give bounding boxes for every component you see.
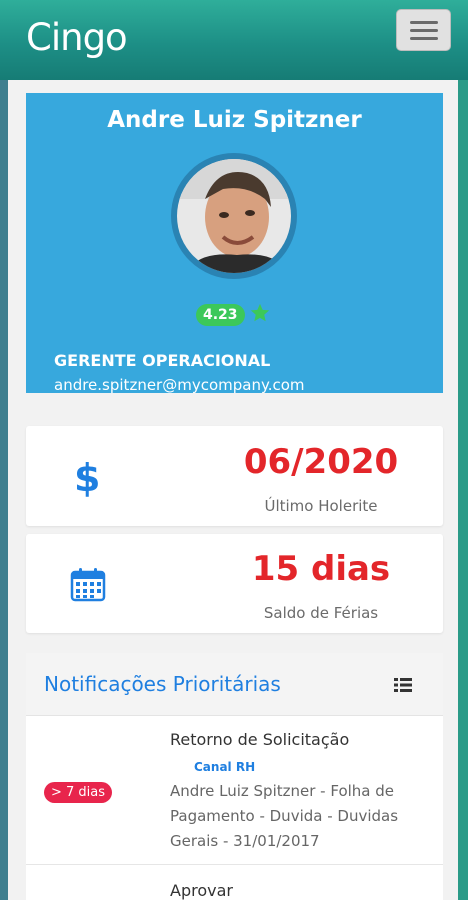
payslip-card[interactable]: $ 06/2020 Último Holerite — [26, 426, 443, 526]
profile-card: Andre Luiz Spitzner 4.23 GERENTE OPERACI… — [26, 93, 443, 394]
notification-subject: Retorno de Solicitação — [170, 730, 350, 749]
side-edge-left — [0, 80, 8, 900]
dollar-icon: $ — [74, 456, 101, 500]
hamburger-icon — [410, 29, 438, 32]
divider — [26, 864, 443, 865]
top-navbar: Cingo — [0, 0, 468, 80]
menu-button[interactable] — [396, 9, 451, 51]
avatar[interactable] — [171, 153, 297, 279]
email[interactable]: andre.spitzner@mycompany.com — [54, 376, 305, 394]
priority-notifications-panel: Notificações Prioritárias > 7 dias Retor… — [26, 653, 443, 900]
notification-description: Andre Luiz Spitzner - Folha de Pagamento… — [170, 782, 399, 850]
profile-name: Andre Luiz Spitzner — [107, 107, 362, 133]
job-title: GERENTE OPERACIONAL — [54, 351, 271, 370]
payslip-label: Último Holerite — [264, 497, 378, 515]
notification-subject[interactable]: Aprovar — [170, 881, 233, 900]
notification-channel: Canal RH — [194, 760, 256, 774]
vacation-label: Saldo de Férias — [263, 604, 379, 622]
hamburger-icon — [410, 21, 438, 24]
star-icon — [250, 303, 270, 322]
side-edge-right — [458, 80, 468, 900]
notifications-header: Notificações Prioritárias — [26, 653, 443, 716]
notifications-title: Notificações Prioritárias — [44, 672, 281, 696]
calendar-icon — [70, 568, 106, 602]
vacation-card[interactable]: 15 dias Saldo de Férias — [26, 534, 443, 633]
list-icon[interactable] — [394, 677, 412, 693]
vacation-value: 15 dias — [251, 549, 391, 589]
rating-badge: 4.23 — [196, 304, 245, 326]
list-item[interactable]: > 7 dias Retorno de Solicitação Canal RH… — [26, 715, 443, 865]
app-logo[interactable]: Cingo — [26, 16, 128, 59]
payslip-value: 06/2020 — [243, 442, 399, 482]
hamburger-icon — [410, 37, 438, 40]
age-badge: > 7 dias — [44, 782, 113, 803]
